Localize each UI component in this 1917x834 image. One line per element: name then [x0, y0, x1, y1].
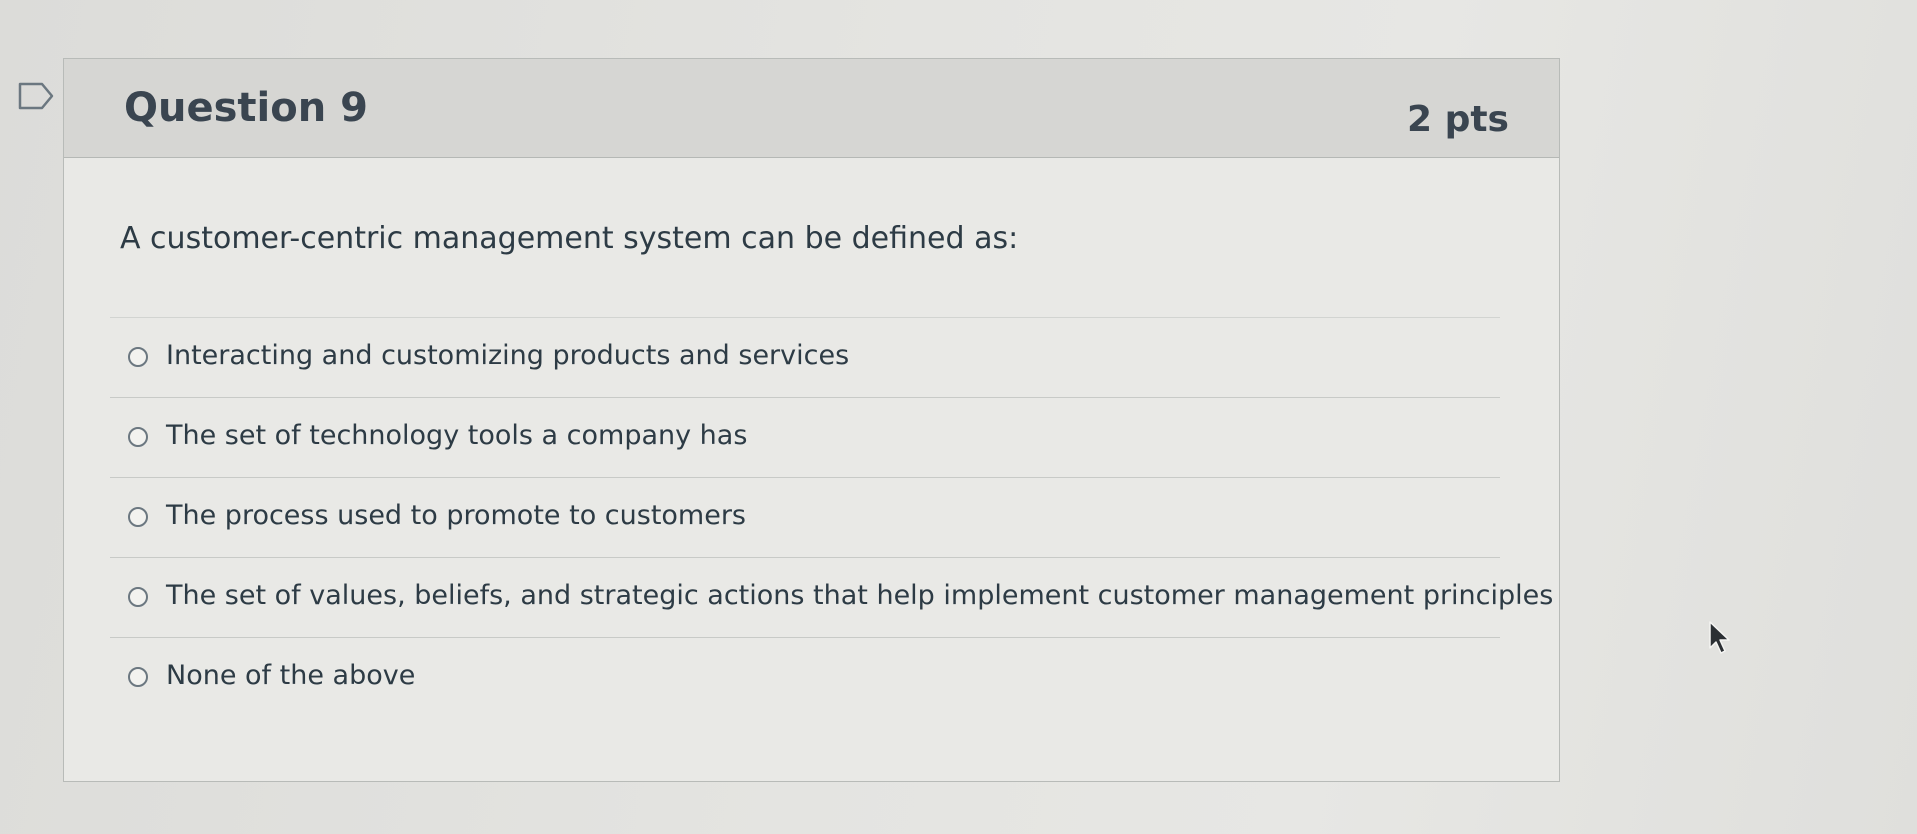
answer-label[interactable]: The set of values, beliefs, and strategi… — [166, 580, 1553, 611]
radio-button-icon[interactable] — [128, 347, 148, 367]
question-title: Question 9 — [124, 85, 368, 131]
answer-option[interactable]: The process used to promote to customers — [110, 477, 1500, 557]
answer-option[interactable]: None of the above — [110, 637, 1500, 717]
bookmark-flag-icon[interactable] — [18, 82, 54, 110]
answer-label[interactable]: Interacting and customizing products and… — [166, 340, 849, 371]
mouse-pointer-icon — [1709, 621, 1730, 654]
answer-option[interactable]: Interacting and customizing products and… — [110, 317, 1500, 397]
answer-option[interactable]: The set of values, beliefs, and strategi… — [110, 557, 1553, 637]
radio-button-icon[interactable] — [128, 507, 148, 527]
radio-button-icon[interactable] — [128, 667, 148, 687]
question-header: Question 9 2 pts — [64, 59, 1559, 158]
answer-list: Interacting and customizing products and… — [110, 317, 1553, 717]
answer-label[interactable]: None of the above — [166, 660, 415, 691]
answer-option[interactable]: The set of technology tools a company ha… — [110, 397, 1500, 477]
question-points: 2 pts — [1407, 99, 1509, 140]
question-card: Question 9 2 pts A customer-centric mana… — [63, 58, 1560, 782]
radio-button-icon[interactable] — [128, 427, 148, 447]
answer-label[interactable]: The set of technology tools a company ha… — [166, 420, 747, 451]
question-text: A customer-centric management system can… — [120, 221, 1019, 256]
answer-label[interactable]: The process used to promote to customers — [166, 500, 746, 531]
radio-button-icon[interactable] — [128, 587, 148, 607]
